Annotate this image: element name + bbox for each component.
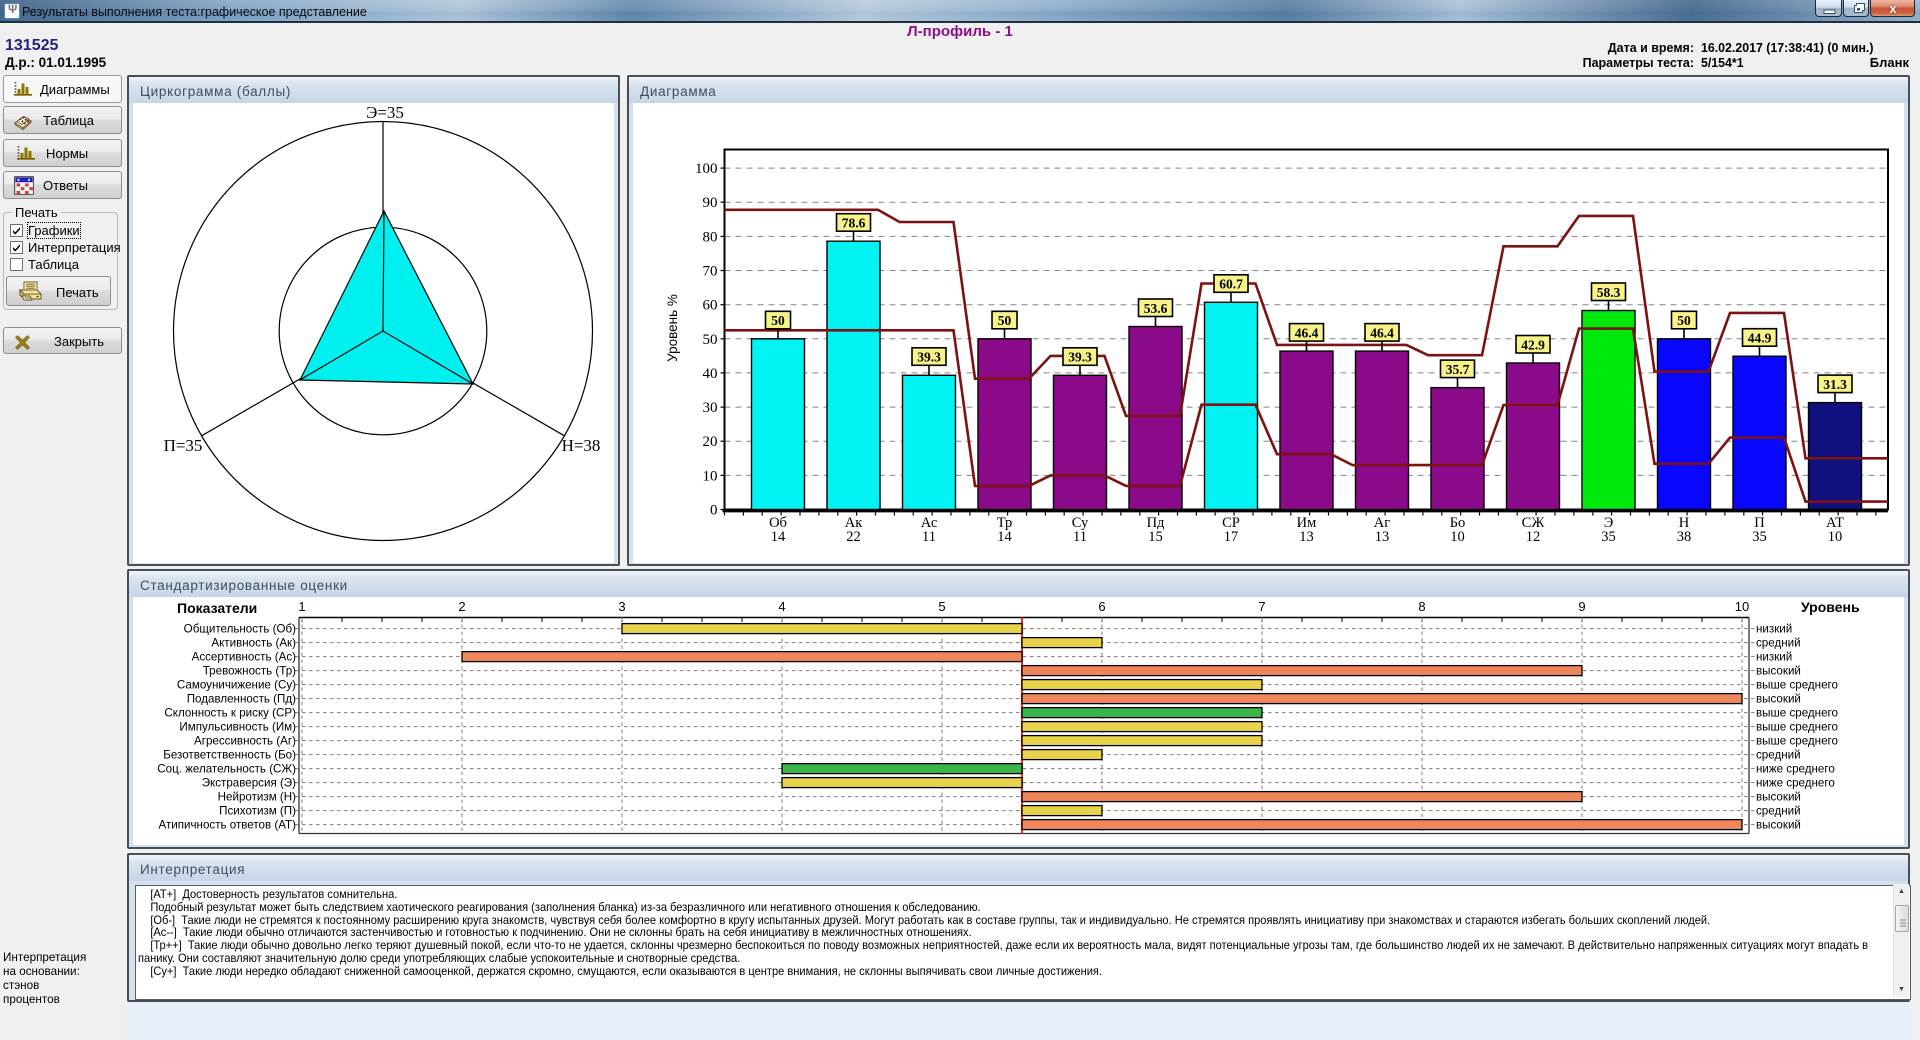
svg-text:x: x (1889, 1, 1897, 16)
